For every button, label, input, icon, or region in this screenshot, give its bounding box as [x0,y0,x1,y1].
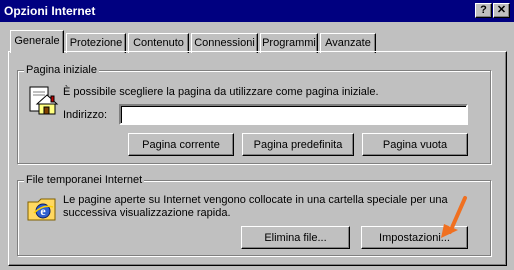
tab-panel-generale: Pagina iniziale È possibile scegliere la… [8,51,507,266]
tab-label: Programmi [262,37,316,49]
tab-protezione[interactable]: Protezione [66,33,126,53]
close-icon: ✕ [496,4,507,16]
default-page-button-label: Pagina predefinita [253,138,343,151]
tab-generale[interactable]: Generale [10,30,64,53]
temp-files-legend: File temporanei Internet [24,174,145,186]
tab-label: Generale [14,35,60,47]
tab-contenuto[interactable]: Contenuto [128,33,189,53]
internet-explorer-icon: e [27,198,56,221]
default-page-button[interactable]: Pagina predefinita [242,133,354,156]
tab-label: Avanzate [325,37,371,49]
tab-programmi[interactable]: Programmi [260,33,318,53]
orange-arrow-icon [441,196,467,238]
tab-avanzate[interactable]: Avanzate [320,33,376,53]
address-input[interactable] [119,104,468,125]
delete-files-button[interactable]: Elimina file... [241,226,350,249]
tab-label: Contenuto [133,37,184,49]
delete-files-button-label: Elimina file... [264,231,327,244]
home-page-group: Pagina iniziale È possibile scegliere la… [17,64,491,164]
temp-files-description-line1: Le pagine aperte su Internet vengono col… [63,194,448,206]
tab-connessioni[interactable]: Connessioni [191,33,258,53]
blank-page-button[interactable]: Pagina vuota [362,133,468,156]
close-button[interactable]: ✕ [493,3,510,18]
help-button[interactable]: ? [475,3,492,18]
current-page-button[interactable]: Pagina corrente [128,133,234,156]
blank-page-button-label: Pagina vuota [382,138,448,151]
home-page-description: È possibile scegliere la pagina da utili… [63,86,379,98]
home-page-legend: Pagina iniziale [24,64,99,76]
temp-files-group: File temporanei Internet e Le pagine ape… [17,174,491,256]
tab-label: Protezione [69,37,123,49]
home-page-icon [29,86,59,115]
temp-files-description-line2: successiva visualizzazione rapida. [63,207,231,219]
current-page-button-label: Pagina corrente [142,138,220,151]
title-bar: Opzioni Internet ? ✕ [0,0,514,22]
window-title: Opzioni Internet [4,4,96,18]
tab-label: Connessioni [194,37,255,49]
question-mark-icon: ? [480,4,487,16]
address-label: Indirizzo: [63,109,108,121]
